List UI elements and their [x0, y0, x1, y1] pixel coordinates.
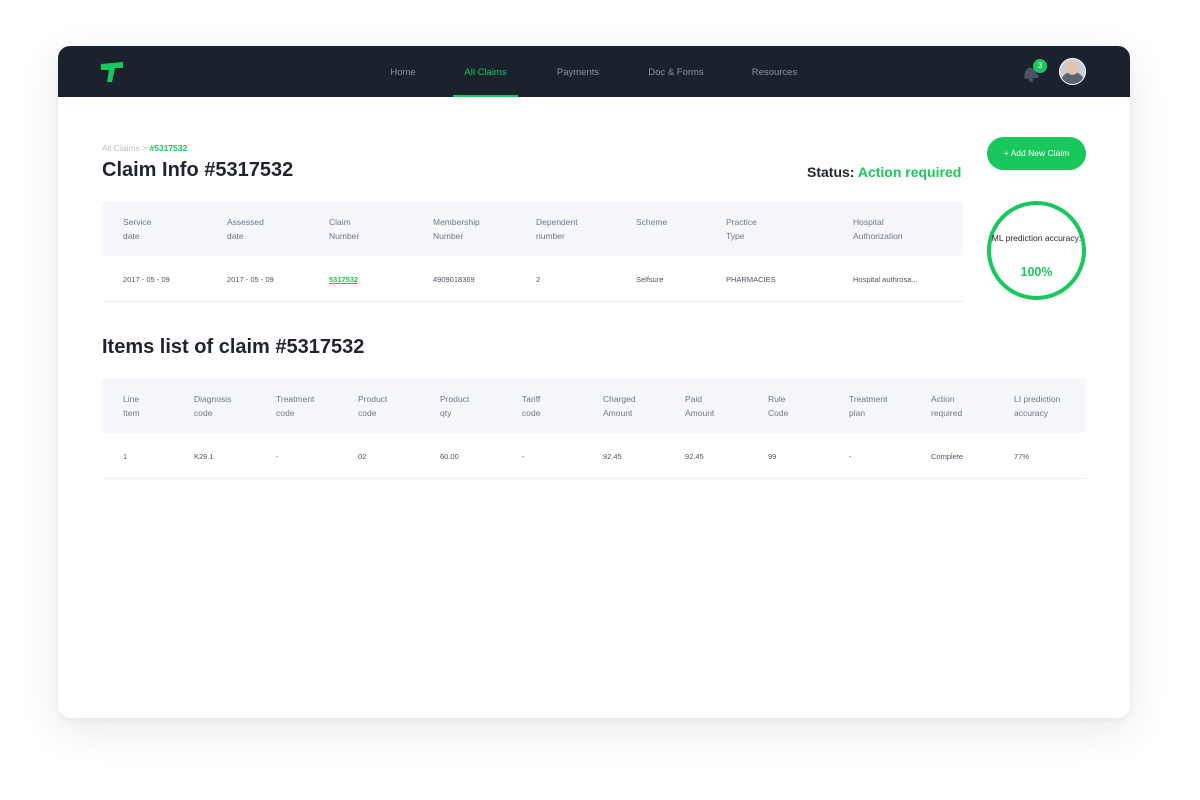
nav-item-home[interactable]: Home: [381, 46, 425, 97]
active-tab-indicator: [453, 95, 518, 97]
column-header: Service date: [123, 217, 152, 241]
cell-product-code: 02: [358, 452, 367, 461]
cell-treatment-code: -: [276, 452, 279, 461]
column-header: Action required: [931, 394, 963, 418]
logo-icon[interactable]: [101, 62, 125, 82]
breadcrumb-separator: >: [142, 143, 148, 153]
cell-li-prediction-accuracy: 77%: [1014, 452, 1030, 461]
cell-line-item: 1: [123, 452, 128, 461]
cell-charged-amount: 92.45: [603, 452, 622, 461]
breadcrumb-current: #5317532: [149, 143, 188, 153]
breadcrumb: All Claims > #5317532: [102, 143, 187, 153]
claim-info-header: Service date Assessed date Claim Number …: [102, 201, 963, 256]
column-header: Treatment code: [276, 394, 315, 418]
items-table-header: Line Item Diagnosis code Treatment code …: [102, 378, 1086, 433]
column-header: Line Item: [123, 394, 140, 418]
table-row[interactable]: 2017 - 05 - 09 2017 - 05 - 09 5317532 49…: [102, 256, 963, 302]
nav-item-all-claims[interactable]: All Claims: [453, 46, 518, 97]
breadcrumb-parent[interactable]: All Claims: [102, 143, 140, 153]
items-list-title: Items list of claim #5317532: [102, 336, 365, 358]
cell-practice-type: PHARMACIES: [726, 275, 776, 284]
column-header: Assessed date: [227, 217, 264, 241]
claim-info-table: Service date Assessed date Claim Number …: [102, 201, 963, 302]
cell-dependent-number: 2: [536, 275, 541, 284]
cell-assessed-date: 2017 - 05 - 09: [227, 275, 274, 284]
column-header: Rule Code: [768, 394, 789, 418]
cell-hospital-authorization: Hospital authrosa...: [853, 275, 918, 284]
ml-accuracy-indicator: ML prediction accuracy: 100%: [987, 201, 1086, 300]
table-row[interactable]: 1 K29.1 - 02 60.00 - 92.45 92.45 99 - Co…: [102, 433, 1086, 479]
claim-number-link[interactable]: 5317532: [329, 275, 358, 284]
top-navbar: Home All Claims Payments Doc & Forms Res…: [58, 46, 1130, 97]
ml-accuracy-value: 100%: [1020, 265, 1053, 279]
column-header: Scheme: [636, 217, 668, 227]
nav-item-doc-forms[interactable]: Doc & Forms: [642, 46, 710, 97]
cell-scheme: Selfsure: [636, 275, 664, 284]
add-new-claim-button[interactable]: + Add New Claim: [987, 137, 1086, 170]
column-header: Charged Amount: [603, 394, 636, 418]
column-header: Product qty: [440, 394, 470, 418]
cell-tariff-code: -: [522, 452, 525, 461]
column-header: Dependent number: [536, 217, 578, 241]
cell-service-date: 2017 - 05 - 09: [123, 275, 170, 284]
notification-count-badge: 3: [1033, 59, 1047, 73]
avatar[interactable]: [1059, 58, 1086, 85]
column-header: Claim Number: [329, 217, 360, 241]
cell-product-qty: 60.00: [440, 452, 459, 461]
cell-paid-amount: 92.45: [685, 452, 704, 461]
cell-treatment-plan: -: [849, 452, 852, 461]
column-header: Tariff code: [522, 394, 541, 418]
cell-diagnosis-code: K29.1: [194, 452, 214, 461]
page-title: Claim Info #5317532: [102, 159, 294, 181]
column-header: Hospital Authorization: [853, 217, 903, 241]
column-header: Treatment plan: [849, 394, 888, 418]
column-header: Diagnosis code: [194, 394, 232, 418]
column-header: Membership Number: [433, 217, 480, 241]
app-window: Home All Claims Payments Doc & Forms Res…: [58, 46, 1130, 718]
cell-action-required: Complete: [931, 452, 964, 461]
claim-status: Status: Action required: [807, 164, 961, 180]
nav-item-resources[interactable]: Resources: [745, 46, 804, 97]
items-table: Line Item Diagnosis code Treatment code …: [102, 378, 1086, 479]
column-header: Paid Amount: [685, 394, 715, 418]
cell-membership-number: 4909018369: [433, 275, 475, 284]
nav-item-payments[interactable]: Payments: [549, 46, 607, 97]
column-header: Product code: [358, 394, 388, 418]
column-header: LI prediction accuracy: [1014, 394, 1061, 418]
ml-accuracy-label: ML prediction accuracy:: [991, 233, 1082, 243]
status-label: Status:: [807, 164, 855, 180]
column-header: Practice Type: [726, 217, 757, 241]
status-value: Action required: [857, 164, 962, 180]
cell-rule-code: 99: [768, 452, 777, 461]
